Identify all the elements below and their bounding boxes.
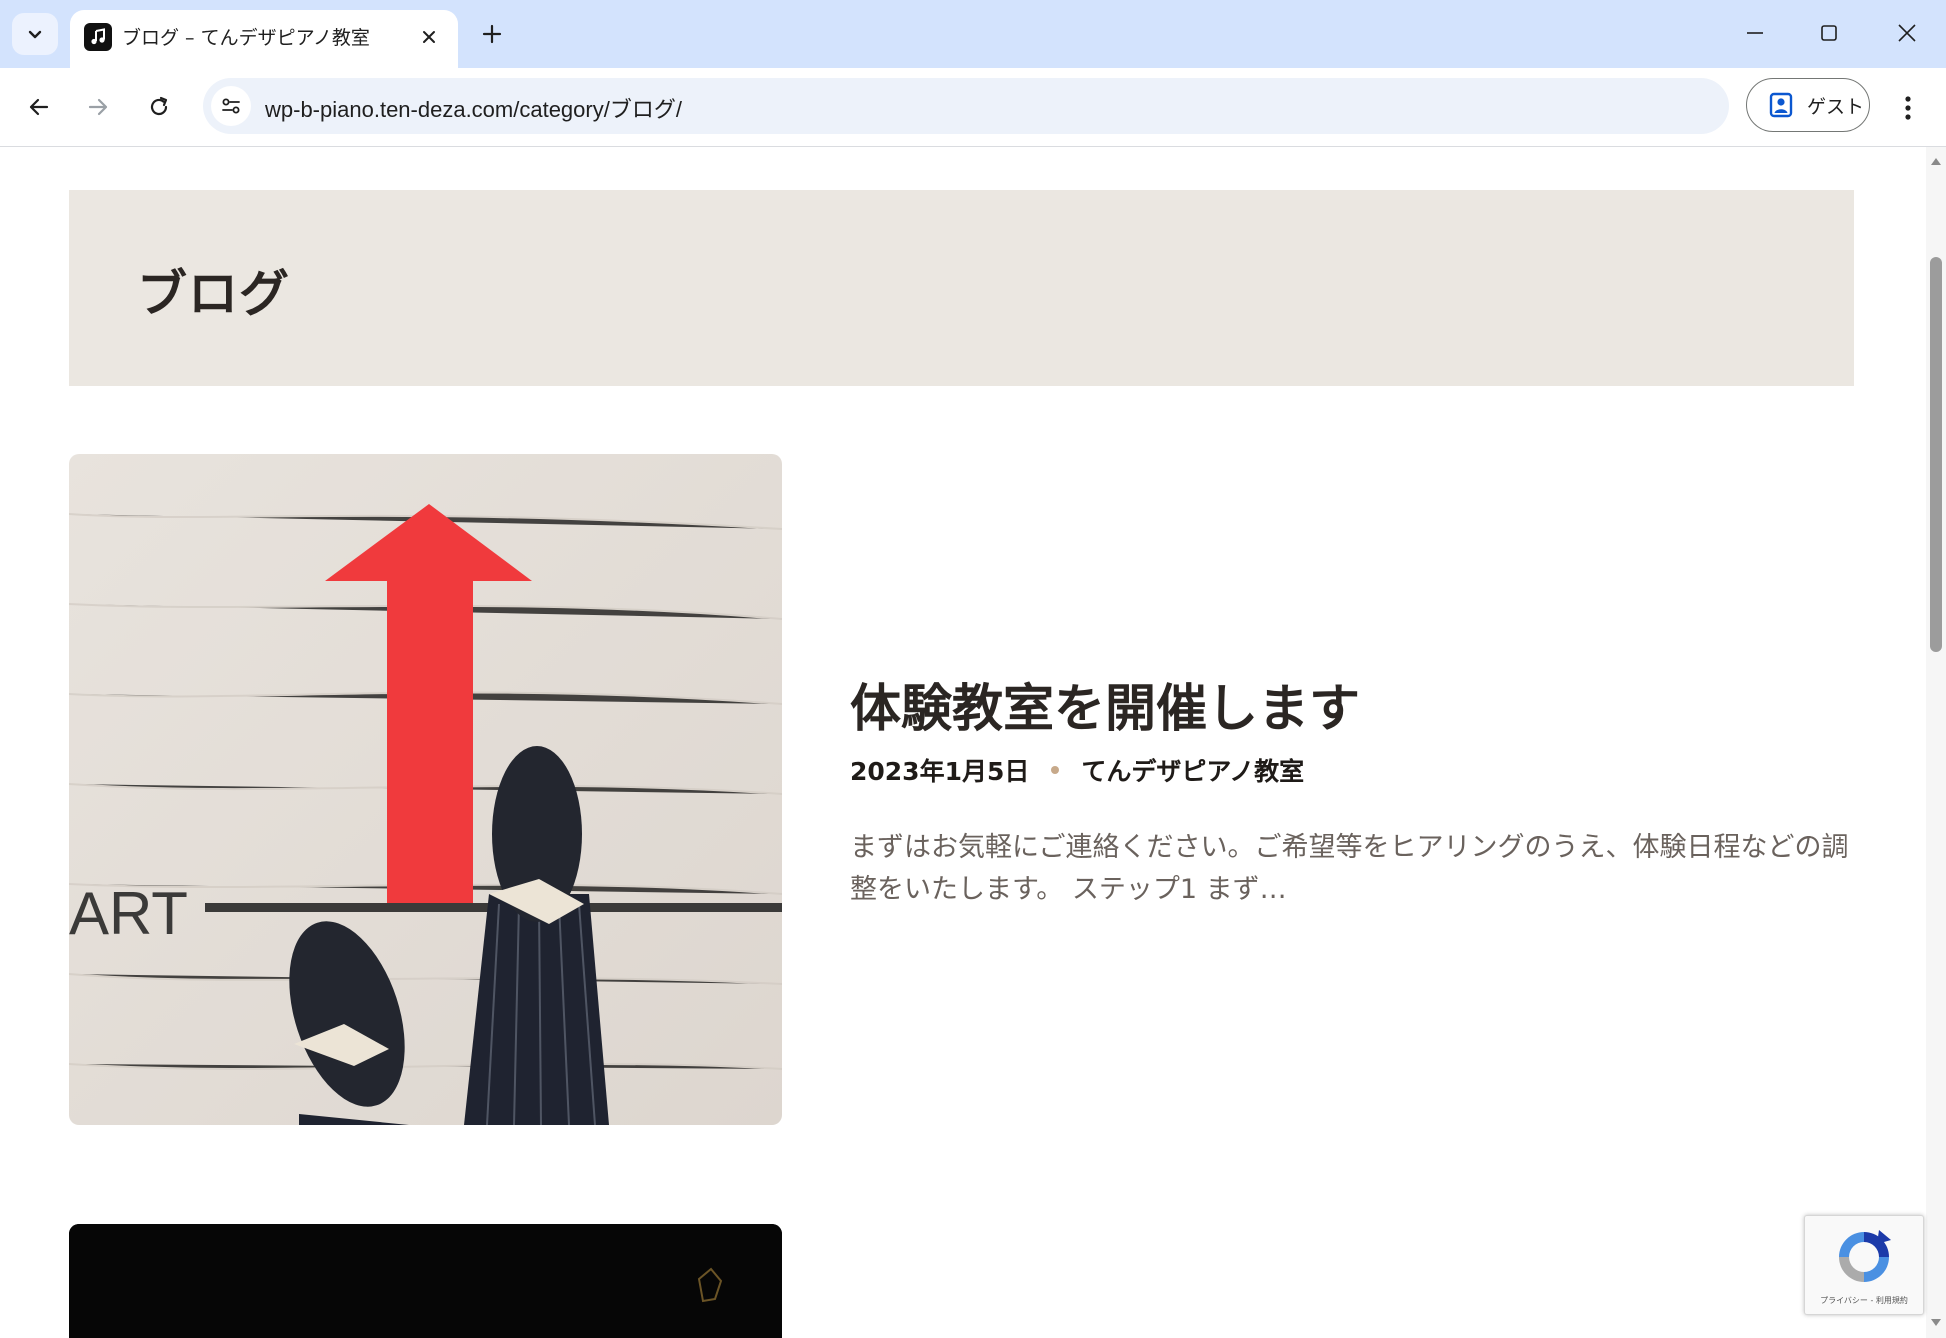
close-icon: [423, 31, 435, 43]
post-author[interactable]: てんデザピアノ教室: [1081, 752, 1304, 788]
new-tab-button[interactable]: [474, 16, 510, 52]
plus-icon: [482, 24, 502, 44]
minimize-button[interactable]: [1732, 10, 1778, 56]
tab-search-button[interactable]: [12, 13, 58, 55]
arrow-left-icon: [29, 98, 49, 116]
address-bar[interactable]: wp-b-piano.ten-deza.com/category/ブログ/: [203, 78, 1729, 134]
archive-header: ブログ: [69, 190, 1854, 386]
active-tab[interactable]: ブログ – てんデザピアノ教室: [70, 10, 458, 68]
thumbnail-label: ART: [69, 880, 188, 947]
forward-button[interactable]: [77, 86, 119, 128]
browser-toolbar: wp-b-piano.ten-deza.com/category/ブログ/ ゲス…: [0, 68, 1946, 147]
close-icon: [1898, 24, 1916, 42]
archive-title: ブログ: [137, 265, 290, 323]
minimize-icon: [1747, 32, 1763, 34]
scroll-up-icon[interactable]: [1930, 155, 1942, 167]
post-excerpt: まずはお気軽にご連絡ください。ご希望等をヒアリングのうえ、体験日程などの調整をい…: [850, 832, 1849, 905]
scroll-down-icon[interactable]: [1930, 1317, 1942, 1329]
close-tab-button[interactable]: [416, 24, 442, 50]
post-date: 2023年1月5日: [850, 757, 1030, 786]
recaptcha-badge[interactable]: プライバシー - 利用規約: [1804, 1215, 1924, 1315]
recaptcha-icon: [1839, 1230, 1891, 1282]
url-text[interactable]: wp-b-piano.ten-deza.com/category/ブログ/: [265, 92, 682, 124]
piano-photo: [69, 1224, 782, 1338]
maximize-icon: [1821, 25, 1837, 41]
scrollbar-thumb[interactable]: [1930, 257, 1942, 652]
back-button[interactable]: [18, 86, 60, 128]
chevron-down-icon: [28, 30, 42, 39]
reload-button[interactable]: [138, 86, 180, 128]
page-scrollbar[interactable]: [1926, 147, 1946, 1338]
post-thumbnail[interactable]: ART: [69, 454, 782, 1125]
site-info-button[interactable]: [211, 86, 251, 126]
post-title-link[interactable]: 体験教室を開催します: [850, 667, 1360, 741]
start-line-photo: ART: [69, 454, 782, 1125]
recaptcha-footer-text[interactable]: プライバシー - 利用規約: [1805, 1295, 1923, 1306]
tab-strip: ブログ – てんデザピアノ教室: [0, 0, 1946, 68]
music-note-icon: [84, 23, 112, 51]
browser-menu-button[interactable]: [1890, 88, 1926, 128]
tab-title: ブログ – てんデザピアノ教室: [122, 27, 370, 49]
profile-button[interactable]: ゲスト: [1746, 78, 1870, 132]
post-meta: 2023年1月5日 てんデザピアノ教室: [850, 752, 1304, 788]
close-window-button[interactable]: [1884, 10, 1930, 56]
arrow-right-icon: [88, 98, 108, 116]
guest-profile-icon: [1767, 91, 1795, 119]
page-viewport: ブログ ART 体験教室を開催します 2023年1月5日 てんデザピアノ教室 ま…: [0, 147, 1926, 1338]
meta-separator-dot: [1051, 766, 1060, 774]
reload-icon: [150, 96, 168, 116]
more-vertical-icon: [1905, 96, 1911, 120]
profile-label: ゲスト: [1807, 95, 1865, 118]
tune-icon: [222, 98, 240, 114]
post-thumbnail-next[interactable]: [69, 1224, 782, 1338]
maximize-button[interactable]: [1806, 10, 1852, 56]
